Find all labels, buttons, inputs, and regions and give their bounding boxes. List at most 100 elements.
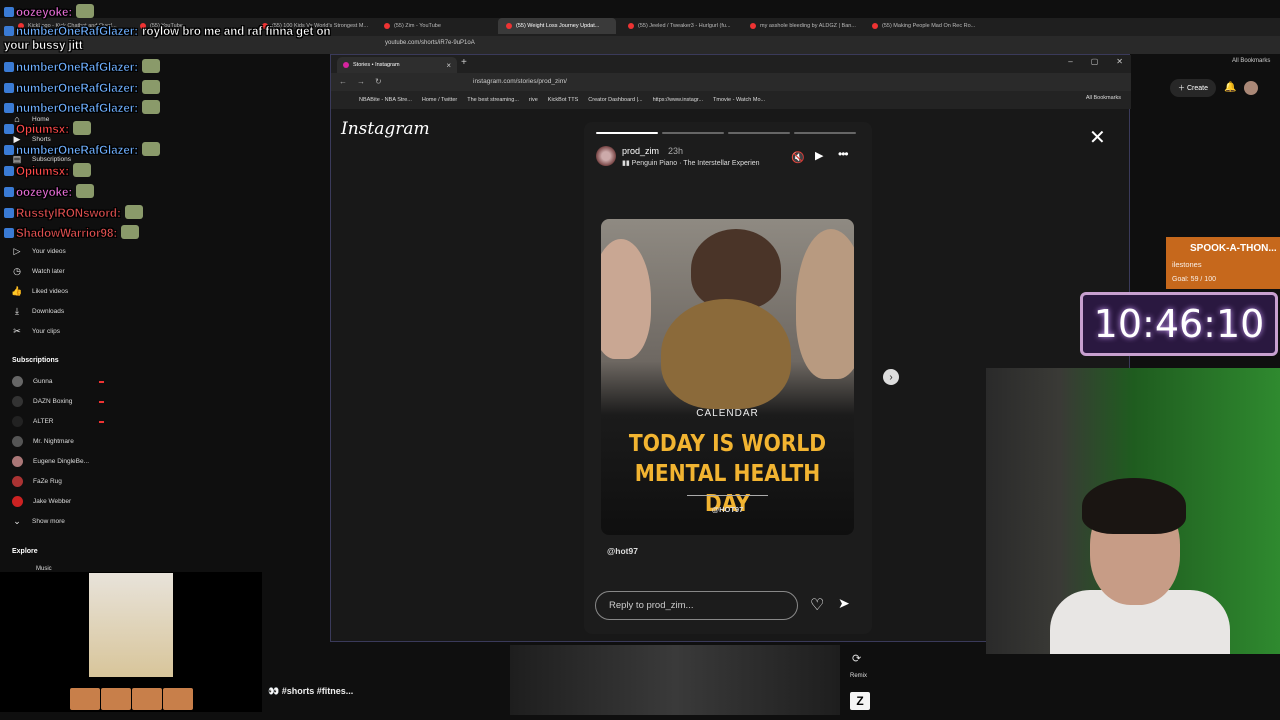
create-button[interactable]: ＋ Create — [1170, 79, 1216, 97]
send-icon[interactable]: ➤ — [838, 595, 850, 612]
close-story-icon[interactable]: ✕ — [1089, 125, 1106, 150]
play-icon[interactable]: ▶ — [815, 149, 823, 162]
thumbs-up-icon: 👍 — [11, 285, 23, 296]
music-icon: ▮▮ — [622, 160, 632, 167]
subscription-item[interactable]: FaZe Rug — [12, 476, 104, 487]
window-address-bar[interactable] — [331, 73, 1131, 91]
story-song[interactable]: ▮▮ Penguin Piano · The Interstellar Expe… — [622, 159, 760, 167]
story-progress-segment — [794, 132, 856, 134]
explore-heading: Explore — [12, 548, 38, 555]
bookmark-item[interactable]: Creator Dashboard |... — [588, 97, 642, 103]
sidebar-item-liked-videos[interactable]: 👍 Liked videos — [11, 285, 68, 296]
subscriptions-heading[interactable]: Subscriptions — [12, 357, 59, 364]
background-tab[interactable]: (55) Zim - YouTube — [376, 18, 494, 34]
spookathon-goal: Goal: 59 / 100 — [1172, 276, 1216, 283]
chat-message: numberOneRafGlazer: — [4, 80, 161, 95]
thumbnail[interactable] — [163, 688, 193, 710]
bookmark-item[interactable]: The best streaming... — [467, 97, 519, 103]
mute-icon[interactable]: 🔇 — [791, 151, 805, 164]
chat-emote — [73, 121, 92, 135]
background-tab[interactable]: (55) Weight Loss Journey Updat... — [498, 18, 616, 34]
maximize-icon[interactable]: ▢ — [1091, 57, 1099, 66]
background-tab[interactable]: (55) Jeeled / Tweaker3 - Hurlgurl (fu... — [620, 18, 738, 34]
chat-message: ShadowWarrior98: — [4, 225, 140, 240]
channel-avatar — [12, 376, 23, 387]
chat-emote — [76, 4, 95, 18]
background-all-bookmarks[interactable]: All Bookmarks — [1232, 58, 1270, 64]
subscription-label: Eugene DingleBe... — [33, 458, 90, 465]
back-icon[interactable]: ← — [339, 77, 347, 86]
calendar-label: CALENDAR — [696, 408, 759, 419]
sidebar-item-your-clips[interactable]: ✂ Your clips — [12, 326, 60, 336]
sidebar-item-watch-later[interactable]: ◷ Watch later — [12, 266, 65, 276]
background-tab[interactable]: my asshole bleeding by ALDGZ | Ban... — [742, 18, 860, 34]
chat-emote — [142, 100, 161, 114]
thumbnail[interactable] — [70, 688, 100, 710]
window-controls: – ▢ ✕ — [1068, 57, 1123, 66]
chat-badge-icon — [4, 103, 14, 113]
short-title[interactable]: 👀 #shorts #fitnes... — [268, 686, 353, 697]
sidebar-item-downloads[interactable]: ⤓ Downloads — [12, 306, 64, 316]
chat-message: oozeyoke: — [4, 4, 95, 19]
bookmark-item[interactable]: NBABite - NBA Stre... — [359, 97, 412, 103]
window-close-icon[interactable]: ✕ — [1116, 57, 1123, 66]
channel-avatar — [12, 416, 23, 427]
subscription-item[interactable]: Gunna — [12, 376, 104, 387]
chat-message: numberOneRafGlazer: — [4, 142, 161, 157]
avatar[interactable] — [1243, 81, 1258, 95]
window-url[interactable]: instagram.com/stories/prod_zim/ — [473, 78, 567, 85]
play-icon: ▷ — [13, 245, 21, 256]
channel-avatar — [12, 476, 23, 487]
new-tab-icon[interactable]: + — [461, 57, 467, 68]
subscription-item[interactable]: Jake Webber — [12, 496, 104, 507]
forward-icon[interactable]: → — [357, 77, 365, 86]
more-options-icon[interactable]: ••• — [838, 147, 849, 161]
subscription-item[interactable]: Eugene DingleBe... — [12, 456, 104, 467]
chat-message: oozeyoke: — [4, 184, 95, 199]
headline-line-1: TODAY IS WORLD — [628, 431, 827, 457]
chat-badge-icon — [4, 83, 14, 93]
instagram-logo[interactable]: Instagram — [341, 119, 430, 139]
bookmark-item[interactable]: https://www.instagr... — [653, 97, 703, 103]
bookmark-item[interactable]: rive — [529, 97, 538, 103]
live-indicator — [99, 380, 104, 383]
bookmark-item[interactable]: Home / Twitter — [422, 97, 457, 103]
sidebar-item-label: Watch later — [32, 267, 65, 275]
thumbnail[interactable] — [132, 688, 162, 710]
story-username[interactable]: prod_zim — [622, 146, 659, 156]
thumbnail[interactable] — [101, 688, 131, 710]
chat-username: oozeyoke: — [16, 7, 73, 19]
next-story-button[interactable]: › — [883, 369, 899, 385]
remix-label: Remix — [850, 673, 868, 679]
bookmark-item[interactable]: KickBot TTS — [548, 97, 578, 103]
sidebar-item-your-videos[interactable]: ▷ Your videos — [12, 246, 66, 256]
background-url[interactable]: youtube.com/shorts/iR7e-9uP1oA — [385, 40, 475, 46]
show-more-button[interactable]: ⌄ Show more — [12, 516, 65, 526]
subscription-label: Gunna — [33, 378, 53, 385]
minimize-icon[interactable]: – — [1068, 57, 1072, 66]
background-tab[interactable]: (55) Making People Mad On Rec Ro... — [864, 18, 982, 34]
chat-message: numberOneRafGlazer: — [4, 100, 161, 115]
all-bookmarks[interactable]: All Bookmarks — [1086, 95, 1121, 101]
subscription-item[interactable]: DAZN Boxing — [12, 396, 104, 407]
reload-icon[interactable]: ↻ — [375, 77, 382, 86]
subscription-item[interactable]: ALTER — [12, 416, 104, 427]
divider — [687, 495, 768, 496]
favicon-icon — [628, 23, 634, 29]
stream-chat-overlay: oozeyoke: numberOneRafGlazer: roylow bro m… — [0, 0, 340, 245]
subscription-item[interactable]: Mr. Nightmare — [12, 436, 104, 447]
bookmark-item[interactable]: Tmovie - Watch Mo... — [713, 97, 765, 103]
reply-input[interactable]: Reply to prod_zim... — [595, 591, 798, 620]
story-mention[interactable]: @hot97 — [607, 546, 638, 556]
channel-logo-button[interactable]: Z — [850, 692, 870, 710]
bell-icon[interactable]: 🔔 — [1224, 82, 1236, 94]
chat-badge-icon — [4, 187, 14, 197]
heart-icon[interactable]: ♡ — [810, 595, 824, 615]
favicon-icon — [750, 23, 756, 29]
close-icon[interactable]: × — [446, 61, 451, 70]
story-avatar[interactable] — [596, 146, 616, 166]
chevron-down-icon: ⌄ — [13, 515, 21, 526]
story-image: CALENDAR TODAY IS WORLD MENTAL HEALTH DA… — [601, 219, 854, 535]
tab-instagram-stories[interactable]: Stories • Instagram × — [337, 57, 457, 73]
remix-icon[interactable]: ⟳ — [852, 652, 861, 665]
